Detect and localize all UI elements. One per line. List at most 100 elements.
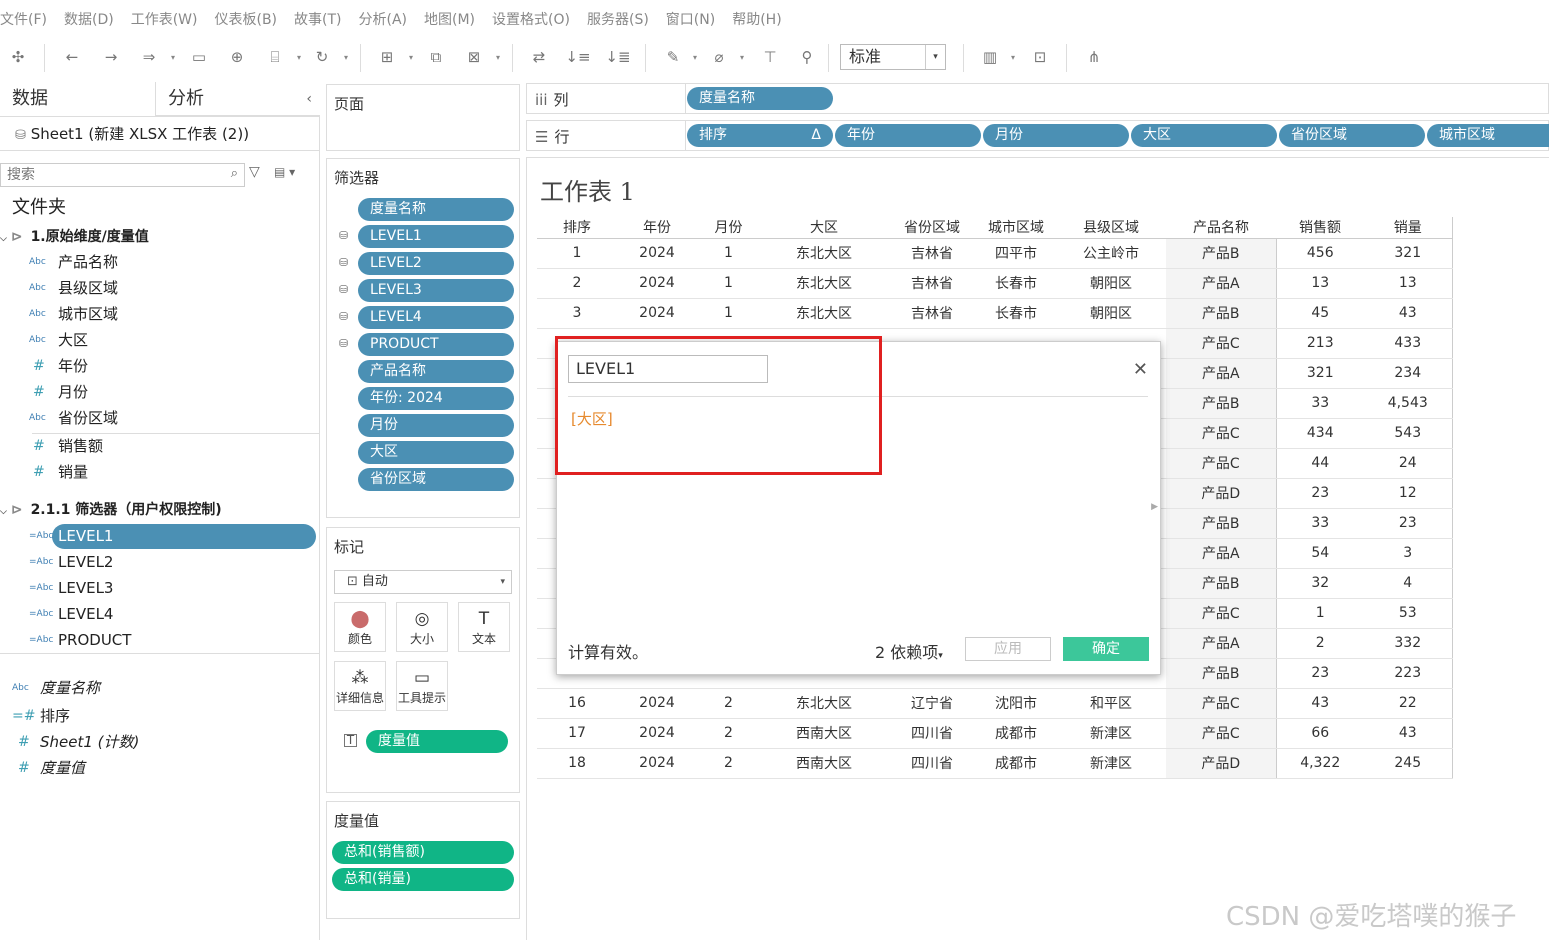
filter-pill[interactable]: PRODUCT: [358, 333, 514, 356]
tableau-logo-icon[interactable]: ✣: [5, 44, 31, 70]
labels-icon[interactable]: ⊤: [757, 44, 783, 70]
mark-button-tooltip[interactable]: ▭ 工具提示: [396, 661, 448, 711]
tab-data[interactable]: 数据: [0, 82, 155, 116]
filter-pill[interactable]: 大区: [358, 441, 514, 464]
rows-pill[interactable]: 大区: [1131, 124, 1277, 147]
table-row[interactable]: 18 2024 2 西南大区 四川省 成都市 新津区 产品D 4,322 245: [537, 748, 1453, 779]
table-row[interactable]: 16 2024 2 东北大区 辽宁省 沈阳市 和平区 产品C 43 22: [537, 688, 1453, 719]
columns-pill[interactable]: 度量名称: [687, 87, 833, 110]
apply-button[interactable]: 应用: [965, 637, 1051, 661]
menu-item[interactable]: 窗口(N): [666, 9, 715, 29]
menu-item[interactable]: 仪表板(B): [214, 9, 277, 29]
search-input[interactable]: [1, 164, 216, 186]
group-dropdown-icon[interactable]: ▾: [737, 44, 747, 70]
column-header[interactable]: 省份区域: [888, 217, 976, 239]
menu-item[interactable]: 服务器(S): [587, 9, 649, 29]
tab-analysis[interactable]: 分析 ‹: [155, 82, 320, 116]
table-row[interactable]: 3 2024 1 东北大区 吉林省 长春市 朝阳区 产品B 45 43: [537, 298, 1453, 329]
column-header[interactable]: 产品名称: [1166, 217, 1276, 239]
field-item[interactable]: 县级区域: [58, 276, 118, 300]
pages-card[interactable]: 页面: [326, 84, 520, 151]
measure-pill[interactable]: 总和(销量): [332, 868, 514, 891]
rows-shelf[interactable]: 排序 Δ 年份 月份 大区 省份区域 城市区域: [686, 120, 1549, 151]
presentation-icon[interactable]: ⊡: [1027, 44, 1053, 70]
swap-icon[interactable]: ⇄: [526, 44, 552, 70]
filter-pill[interactable]: LEVEL2: [358, 252, 514, 275]
dependencies-button[interactable]: 2 依赖项▾: [875, 639, 943, 663]
field-item[interactable]: 省份区域: [58, 406, 118, 430]
mark-button-color[interactable]: ⬤ 颜色: [334, 602, 386, 652]
clear-dropdown-icon[interactable]: ▾: [493, 44, 503, 70]
replay-dropdown-icon[interactable]: ▾: [168, 44, 178, 70]
field-item[interactable]: 度量值: [40, 756, 85, 780]
pause-update-icon[interactable]: ⌸: [262, 44, 288, 70]
group-icon[interactable]: ⌀: [706, 44, 732, 70]
column-header[interactable]: 大区: [760, 217, 888, 239]
filter-pill[interactable]: 度量名称: [358, 198, 514, 221]
column-header[interactable]: 排序: [537, 217, 617, 239]
field-item[interactable]: 年份: [58, 354, 88, 378]
sort-ascending-icon[interactable]: ↓≡: [565, 44, 591, 70]
field-item[interactable]: 销量: [58, 460, 88, 484]
field-item[interactable]: LEVEL1: [58, 524, 113, 548]
table-row[interactable]: 2 2024 1 东北大区 吉林省 长春市 朝阳区 产品A 13 13: [537, 268, 1453, 299]
filter-pill[interactable]: LEVEL1: [358, 225, 514, 248]
column-header[interactable]: 县级区域: [1056, 217, 1166, 239]
fit-select[interactable]: 标准 ▾: [840, 44, 946, 70]
menu-item[interactable]: 帮助(H): [732, 9, 781, 29]
calc-formula-editor[interactable]: [大区]: [571, 408, 613, 429]
replay-icon[interactable]: ⇒: [136, 44, 162, 70]
field-item[interactable]: LEVEL3: [58, 576, 113, 600]
menu-item[interactable]: 地图(M): [424, 9, 475, 29]
share-icon[interactable]: ⋔: [1081, 44, 1107, 70]
table-row[interactable]: 17 2024 2 西南大区 四川省 成都市 新津区 产品C 66 43: [537, 718, 1453, 749]
field-item[interactable]: PRODUCT: [58, 628, 131, 652]
mark-button-detail[interactable]: ⁂ 详细信息: [334, 661, 386, 711]
field-item[interactable]: 排序: [40, 704, 70, 728]
column-header[interactable]: 销量: [1364, 217, 1453, 239]
column-header[interactable]: 销售额: [1276, 217, 1364, 239]
mark-type-select[interactable]: ⊡ 自动 ▾: [334, 570, 512, 594]
column-header[interactable]: 月份: [697, 217, 760, 239]
search-field[interactable]: ⌕: [0, 163, 245, 187]
menu-item[interactable]: 数据(D): [64, 9, 114, 29]
pin-icon[interactable]: ⚲: [794, 44, 820, 70]
mark-button-text[interactable]: T 文本: [458, 602, 510, 652]
field-item[interactable]: Sheet1 (计数): [40, 730, 139, 754]
table-row[interactable]: 1 2024 1 东北大区 吉林省 四平市 公主岭市 产品B 456 321: [537, 238, 1453, 269]
menu-item[interactable]: 文件(F): [0, 9, 47, 29]
refresh-icon[interactable]: ↻: [309, 44, 335, 70]
clear-sheet-icon[interactable]: ⊠: [461, 44, 487, 70]
cards-dropdown-icon[interactable]: ▾: [1008, 44, 1018, 70]
rows-pill[interactable]: 月份: [983, 124, 1129, 147]
show-cards-icon[interactable]: ▥: [977, 44, 1003, 70]
new-sheet-dropdown-icon[interactable]: ▾: [406, 44, 416, 70]
menu-item[interactable]: 设置格式(O): [492, 9, 570, 29]
mark-button-size[interactable]: ◎ 大小: [396, 602, 448, 652]
filter-pill[interactable]: 年份: 2024: [358, 387, 514, 410]
calc-name-field[interactable]: LEVEL1: [568, 355, 768, 383]
field-item[interactable]: 城市区域: [58, 302, 118, 326]
new-sheet-icon[interactable]: ⊞: [374, 44, 400, 70]
refresh-dropdown-icon[interactable]: ▾: [341, 44, 351, 70]
rows-pill[interactable]: 城市区域: [1427, 124, 1549, 147]
field-item[interactable]: 大区: [58, 328, 88, 352]
rows-pill[interactable]: 省份区域: [1279, 124, 1425, 147]
column-header[interactable]: 城市区域: [976, 217, 1056, 239]
field-item[interactable]: 销售额: [58, 434, 103, 458]
field-item[interactable]: 度量名称: [40, 676, 100, 700]
collapse-icon[interactable]: ‹: [306, 82, 312, 116]
close-icon[interactable]: ✕: [1133, 359, 1148, 380]
sort-descending-icon[interactable]: ↓≣: [605, 44, 631, 70]
highlight-dropdown-icon[interactable]: ▾: [690, 44, 700, 70]
redo-icon[interactable]: →: [98, 44, 124, 70]
filter-pill[interactable]: 省份区域: [358, 468, 514, 491]
ok-button[interactable]: 确定: [1063, 637, 1149, 661]
folder-1[interactable]: ⌵ ⊳ 1.原始维度/度量值: [0, 225, 149, 249]
filter-pill[interactable]: 产品名称: [358, 360, 514, 383]
filter-pill[interactable]: LEVEL4: [358, 306, 514, 329]
field-item[interactable]: LEVEL4: [58, 602, 113, 626]
view-options-icon[interactable]: ▤ ▾: [274, 165, 295, 179]
folder-2[interactable]: ⌵ ⊳ 2.1.1 筛选器（用户权限控制): [0, 498, 222, 522]
filter-pill[interactable]: 月份: [358, 414, 514, 437]
